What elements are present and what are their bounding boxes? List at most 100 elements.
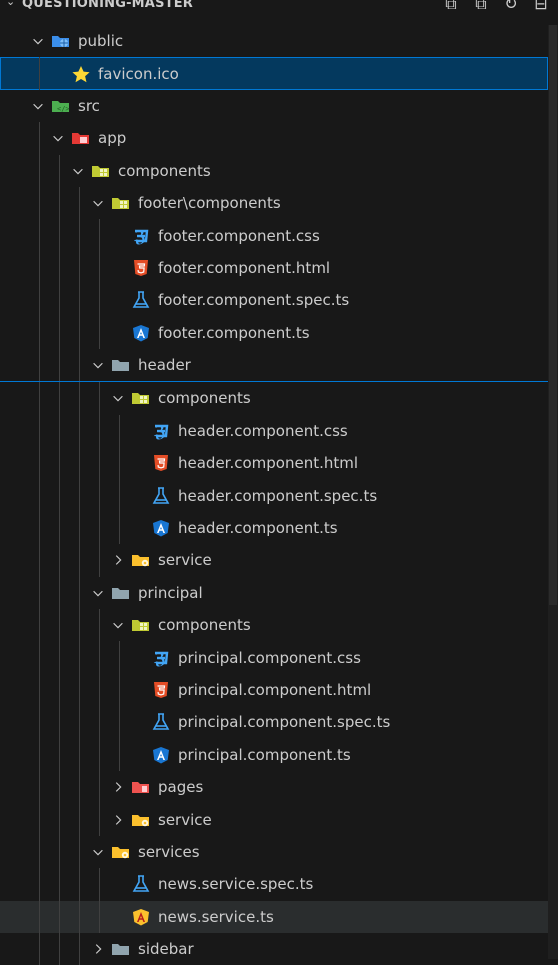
- indent-guide: [119, 673, 120, 707]
- indent-guide: [79, 348, 80, 382]
- tree-file-row[interactable]: ℨheader.component.css: [0, 414, 548, 448]
- indent-guide: [119, 479, 120, 512]
- indent-guide: [59, 284, 60, 317]
- tree-file-row[interactable]: news.service.ts: [0, 900, 548, 933]
- new-file-icon[interactable]: ⧉: [442, 0, 460, 14]
- new-folder-icon[interactable]: ⧉: [472, 0, 490, 14]
- tree-folder-row[interactable]: public: [0, 25, 548, 57]
- scrollbar[interactable]: [548, 25, 558, 959]
- tree-item-label: service: [158, 551, 212, 570]
- indent-guide: [39, 511, 40, 545]
- angular-service-icon: [130, 908, 152, 926]
- tree-item-label: service: [158, 810, 212, 829]
- tree-folder-row[interactable]: components: [0, 381, 548, 415]
- chevron-down-icon[interactable]: [110, 391, 126, 405]
- tree-file-row[interactable]: ℨfooter.component.css: [0, 219, 548, 252]
- tree-folder-row[interactable]: pages: [0, 770, 548, 804]
- chevron-right-icon[interactable]: [110, 553, 126, 567]
- tree-file-row[interactable]: header.component.spec.ts: [0, 479, 548, 512]
- tree-file-row[interactable]: favicon.ico: [0, 57, 548, 90]
- indent-guide: [39, 738, 40, 771]
- collapse-all-icon[interactable]: ⊟: [532, 0, 550, 14]
- indent-guide: [59, 316, 60, 349]
- indent-guide: [119, 641, 120, 674]
- tree-folder-row[interactable]: service: [0, 544, 548, 577]
- indent-guide: [59, 382, 60, 415]
- tree-file-row[interactable]: principal.component.spec.ts: [0, 706, 548, 739]
- indent-guide: [119, 511, 120, 545]
- tree-item-label: news.service.ts: [158, 907, 274, 926]
- indent-guide: [59, 186, 60, 220]
- tree-file-row[interactable]: footer.component.spec.ts: [0, 284, 548, 317]
- indent-guide: [59, 154, 60, 187]
- indent-guide: [39, 868, 40, 901]
- tree-folder-row[interactable]: header: [0, 348, 548, 382]
- scrollbar-thumb[interactable]: [549, 25, 557, 605]
- tree-folder-row[interactable]: sidebar: [0, 932, 548, 965]
- chevron-down-icon[interactable]: [110, 618, 126, 632]
- components-folder-icon: [90, 162, 112, 180]
- chevron-down-icon[interactable]: [30, 34, 46, 48]
- tree-folder-row[interactable]: app: [0, 122, 548, 155]
- tree-file-row[interactable]: footer.component.ts: [0, 316, 548, 349]
- angular-icon: [150, 519, 172, 537]
- test-flask-icon: [150, 713, 172, 731]
- pages-folder-icon: [130, 778, 152, 796]
- tree-folder-row[interactable]: components: [0, 154, 548, 187]
- star-icon: [70, 65, 92, 83]
- tree-folder-row[interactable]: service: [0, 803, 548, 836]
- chevron-right-icon[interactable]: [110, 813, 126, 827]
- tree-file-row[interactable]: ℨprincipal.component.css: [0, 641, 548, 674]
- tree-item-label: header: [138, 356, 191, 375]
- chevron-right-icon[interactable]: [110, 780, 126, 794]
- tree-folder-row[interactable]: footer\components: [0, 186, 548, 220]
- chevron-down-icon[interactable]: [90, 586, 106, 600]
- tree-file-row[interactable]: principal.component.ts: [0, 738, 548, 771]
- tree-file-row[interactable]: news.service.spec.ts: [0, 868, 548, 901]
- indent-guide: [39, 479, 40, 512]
- indent-guide: [59, 447, 60, 480]
- indent-guide: [119, 706, 120, 739]
- chevron-down-icon[interactable]: [90, 196, 106, 210]
- tree-file-row[interactable]: footer.component.html: [0, 251, 548, 285]
- indent-guide: [99, 609, 100, 642]
- chevron-down-icon[interactable]: [90, 358, 106, 372]
- indent-guide: [79, 900, 80, 933]
- chevron-right-icon[interactable]: [90, 942, 106, 956]
- indent-guide: [119, 447, 120, 480]
- tree-file-row[interactable]: header.component.ts: [0, 511, 548, 545]
- chevron-down-icon[interactable]: [30, 99, 46, 113]
- components-folder-icon: [130, 616, 152, 634]
- refresh-icon[interactable]: ↻: [502, 0, 520, 14]
- tree-item-label: src: [78, 96, 100, 115]
- test-flask-icon: [130, 875, 152, 893]
- tree-folder-row[interactable]: services: [0, 835, 548, 869]
- chevron-down-icon[interactable]: [90, 845, 106, 859]
- chevron-down-icon[interactable]: [70, 164, 86, 178]
- test-flask-icon: [130, 291, 152, 309]
- tree-file-row[interactable]: principal.component.html: [0, 673, 548, 707]
- chevron-down-icon[interactable]: ⌄: [6, 0, 15, 8]
- tree-folder-row[interactable]: principal: [0, 576, 548, 610]
- indent-guide: [59, 868, 60, 901]
- tree-folder-row[interactable]: components: [0, 609, 548, 642]
- explorer-title[interactable]: QUESTIONING-MASTER: [22, 0, 193, 11]
- indent-guide: [99, 673, 100, 707]
- indent-guide: [59, 641, 60, 674]
- tree-item-label: pages: [158, 778, 204, 797]
- indent-guide: [59, 803, 60, 836]
- service-folder-icon: [130, 551, 152, 569]
- tree-item-label: components: [158, 389, 251, 408]
- indent-guide: [39, 544, 40, 577]
- indent-guide: [79, 770, 80, 804]
- tree-item-label: header.component.ts: [178, 519, 338, 538]
- indent-guide: [79, 641, 80, 674]
- indent-guide: [59, 511, 60, 545]
- src-folder-icon: </>: [50, 97, 72, 115]
- service-folder-icon: [130, 811, 152, 829]
- tree-file-row[interactable]: header.component.html: [0, 447, 548, 480]
- explorer-actions: ⧉ ⧉ ↻ ⊟: [442, 0, 550, 14]
- tree-item-label: components: [158, 616, 251, 635]
- tree-folder-row[interactable]: </> src: [0, 90, 548, 122]
- chevron-down-icon[interactable]: [50, 131, 66, 145]
